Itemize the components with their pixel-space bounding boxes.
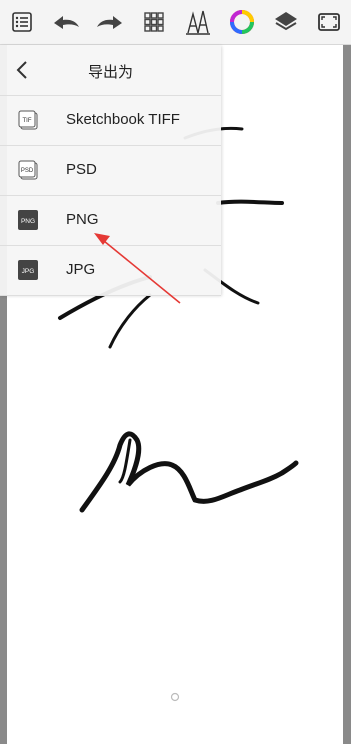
jpg-badge-text: JPG [22, 268, 35, 275]
export-panel-header: 导出为 [0, 45, 221, 96]
redo-icon[interactable] [94, 6, 126, 38]
grid-icon[interactable] [138, 6, 170, 38]
export-option-label: PSD [66, 161, 97, 178]
export-panel: 导出为 TIF Sketchbook TIFF PSD PSD PNG PNG … [0, 45, 221, 296]
layers-icon[interactable] [270, 6, 302, 38]
export-option-label: JPG [66, 261, 96, 278]
color-wheel-icon[interactable] [226, 6, 258, 38]
export-option-png[interactable]: PNG PNG [0, 195, 221, 246]
jpg-file-icon: JPG [18, 260, 38, 280]
export-option-label: Sketchbook TIFF [66, 111, 180, 128]
tiff-badge-text: TIF [23, 118, 32, 124]
fullscreen-icon[interactable] [313, 6, 345, 38]
tiff-file-icon: TIF [18, 110, 38, 130]
export-option-tiff[interactable]: TIF Sketchbook TIFF [0, 95, 221, 146]
undo-icon[interactable] [50, 6, 82, 38]
list-icon[interactable] [6, 6, 38, 38]
png-file-icon: PNG [18, 210, 38, 230]
psd-file-icon: PSD [18, 160, 38, 180]
export-option-psd[interactable]: PSD PSD [0, 145, 221, 196]
export-option-label: PNG [66, 211, 99, 228]
export-panel-title: 导出为 [87, 64, 133, 81]
pen-tools-icon[interactable] [182, 6, 214, 38]
top-toolbar [0, 0, 351, 45]
export-option-jpg[interactable]: JPG JPG [0, 245, 221, 296]
psd-badge-text: PSD [21, 168, 34, 174]
png-badge-text: PNG [21, 218, 35, 225]
